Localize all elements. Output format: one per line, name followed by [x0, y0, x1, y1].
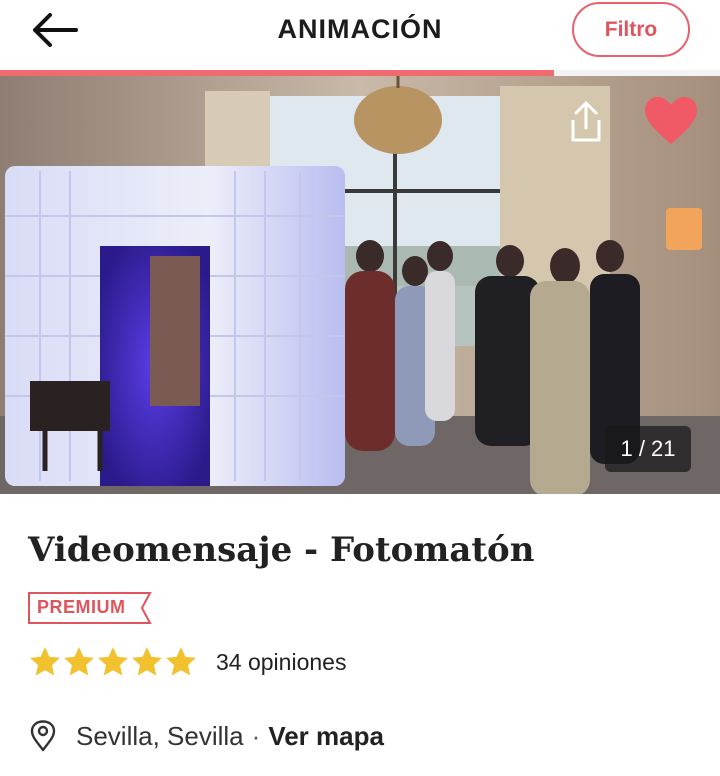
- share-button[interactable]: [560, 96, 612, 148]
- separator: ·: [251, 720, 261, 751]
- filter-button[interactable]: Filtro: [572, 2, 690, 57]
- star-icon: [98, 647, 128, 676]
- favorite-button[interactable]: [640, 92, 702, 150]
- location-row: Sevilla, Sevilla · Ver mapa: [30, 720, 384, 752]
- top-bar: ANIMACIÓN Filtro: [0, 0, 720, 72]
- rating-row[interactable]: 34 opiniones: [28, 645, 346, 679]
- star-icon: [30, 647, 60, 676]
- location-pin-icon: [30, 720, 56, 752]
- location-text: Sevilla, Sevilla: [76, 720, 244, 751]
- photo-counter: 1 / 21: [605, 426, 691, 472]
- view-map-link[interactable]: Ver mapa: [268, 721, 384, 752]
- star-rating: [28, 645, 198, 679]
- star-icon: [64, 647, 94, 676]
- reviews-link[interactable]: 34 opiniones: [216, 649, 346, 676]
- photo-gallery[interactable]: 1 / 21: [0, 76, 720, 494]
- star-icon: [132, 647, 162, 676]
- heart-icon: [645, 97, 697, 144]
- star-icon: [166, 647, 196, 676]
- listing-title: Videomensaje - Fotomatón: [28, 530, 535, 570]
- badge-label: PREMIUM: [37, 597, 126, 617]
- share-icon: [571, 101, 601, 142]
